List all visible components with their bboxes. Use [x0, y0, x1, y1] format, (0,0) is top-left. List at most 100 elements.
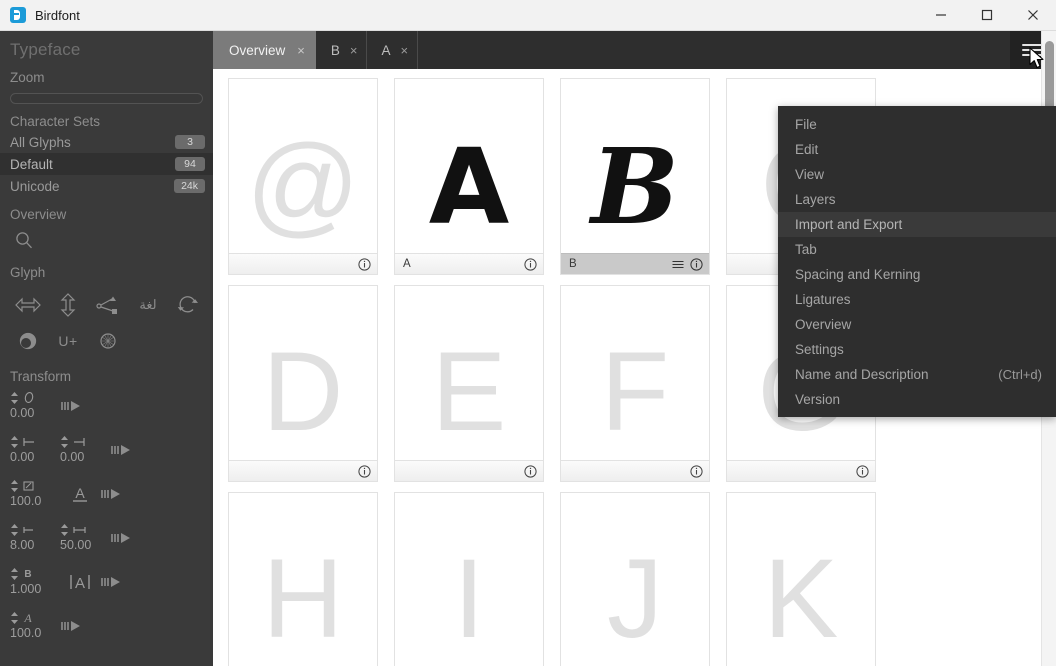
info-icon[interactable]	[358, 257, 371, 271]
path-nodes-icon[interactable]	[88, 287, 128, 323]
apply-arrow-icon[interactable]	[110, 522, 144, 554]
menu-item-version[interactable]: Version	[778, 387, 1056, 412]
glyph-footer-icons	[358, 257, 371, 271]
sidebar-item-all-glyphs[interactable]: All Glyphs 3	[0, 131, 213, 153]
close-button[interactable]	[1010, 0, 1056, 31]
menu-item-settings[interactable]: Settings	[778, 337, 1056, 362]
tab-b-label: B	[330, 42, 340, 58]
menu-item-name-and-description[interactable]: Name and Description (Ctrl+d)	[778, 362, 1056, 387]
glyph-canvas: F	[561, 286, 709, 460]
menu-item-spacing-and-kerning[interactable]: Spacing and Kerning	[778, 262, 1056, 287]
unicode-icon[interactable]: U+	[48, 323, 88, 359]
glyph-cell[interactable]: J	[560, 492, 710, 666]
glyph-canvas: I	[395, 493, 543, 666]
glyph-cell[interactable]: F	[560, 285, 710, 482]
glyph-placeholder: D	[262, 329, 344, 454]
glyph-cell[interactable]: A A	[394, 78, 544, 275]
tab-b[interactable]: B ×	[316, 31, 368, 69]
glyph-canvas: D	[229, 286, 377, 460]
glyph-footer	[395, 460, 543, 481]
hatched-circle-icon[interactable]	[88, 323, 128, 359]
tab-overview[interactable]: Overview ×	[213, 31, 317, 69]
slant-field[interactable]: 0.00	[10, 390, 60, 420]
slant-value: 0.00	[10, 406, 35, 420]
menu-item-overview[interactable]: Overview	[778, 312, 1056, 337]
bearing-left-field[interactable]: 8.00	[10, 522, 60, 552]
bar-a-bar-icon[interactable]: A	[60, 566, 100, 598]
menu-item-layers[interactable]: Layers	[778, 187, 1056, 212]
zoom-slider[interactable]	[10, 93, 203, 104]
width-field[interactable]: 50.00	[60, 522, 110, 552]
transform-row-italic: A 100.0	[0, 606, 213, 650]
flip-vertical-icon[interactable]	[48, 287, 88, 323]
glyph-footer: A	[395, 253, 543, 274]
transform-section-label: Transform	[10, 369, 72, 384]
tab-bar-spacer	[418, 31, 1010, 69]
glyph-footer-icons	[524, 464, 537, 478]
svg-text:A: A	[23, 611, 32, 624]
language-arabic-icon[interactable]: لغة	[128, 287, 168, 323]
right-bearing-value: 0.00	[60, 450, 85, 464]
apply-arrow-icon[interactable]	[60, 390, 94, 422]
sidebar-item-unicode[interactable]: Unicode 24k	[0, 175, 213, 197]
tab-b-close-icon[interactable]: ×	[350, 44, 358, 57]
info-icon[interactable]	[358, 464, 371, 478]
glyph-cell[interactable]: I	[394, 492, 544, 666]
info-icon[interactable]	[690, 257, 703, 271]
flip-horizontal-icon[interactable]	[8, 287, 48, 323]
tab-a[interactable]: A ×	[367, 31, 419, 69]
apply-arrow-icon[interactable]	[100, 478, 134, 510]
glyph-footer-icons	[358, 464, 371, 478]
menu-item-label: Edit	[795, 142, 819, 157]
underline-a-icon[interactable]: A	[60, 478, 100, 510]
tab-overview-close-icon[interactable]: ×	[297, 44, 305, 57]
menu-item-label: Settings	[795, 342, 844, 357]
bold-weight-value: 1.000	[10, 582, 42, 596]
menu-item-file[interactable]: File	[778, 112, 1056, 137]
info-icon[interactable]	[524, 257, 537, 271]
sidebar-item-default[interactable]: Default 94	[0, 153, 213, 175]
menu-item-edit[interactable]: Edit	[778, 137, 1056, 162]
glyph-grid-area: @ A A B B D E F H I J K File Edit View L…	[213, 69, 1056, 666]
glyph-cell[interactable]: @	[228, 78, 378, 275]
sidebar: Typeface Zoom Character Sets All Glyphs …	[0, 31, 213, 666]
apply-arrow-icon[interactable]	[110, 434, 144, 466]
glyph-cell[interactable]: E	[394, 285, 544, 482]
bold-weight-field[interactable]: B 1.000	[10, 566, 60, 596]
glyph-cell[interactable]: B B	[560, 78, 710, 275]
menu-item-label: Overview	[795, 317, 852, 332]
glyph-canvas: @	[229, 79, 377, 253]
menu-item-import-and-export[interactable]: Import and Export	[778, 212, 1056, 237]
transform-row-width: 8.00 50.00	[0, 518, 213, 562]
menu-item-tab[interactable]: Tab	[778, 237, 1056, 262]
list-icon[interactable]	[671, 258, 685, 271]
glyph-footer	[561, 460, 709, 481]
right-bearing-field[interactable]: 0.00	[60, 434, 110, 464]
italic-field[interactable]: A 100.0	[10, 610, 60, 640]
info-icon[interactable]	[690, 464, 703, 478]
rotate-icon[interactable]	[168, 287, 208, 323]
info-icon[interactable]	[856, 464, 869, 478]
menu-item-ligatures[interactable]: Ligatures	[778, 287, 1056, 312]
glyph-cell[interactable]: K	[726, 492, 876, 666]
maximize-button[interactable]	[964, 0, 1010, 31]
apply-arrow-icon[interactable]	[60, 610, 94, 642]
search-icon[interactable]	[14, 232, 34, 254]
apply-arrow-icon[interactable]	[100, 566, 134, 598]
default-label: Default	[10, 156, 53, 172]
glyph-footer-icons	[690, 464, 703, 478]
glyph-drawn: A	[428, 126, 510, 248]
scale-field[interactable]: 100.0	[10, 478, 60, 508]
menu-item-label: Spacing and Kerning	[795, 267, 921, 282]
glyph-cell[interactable]: H	[228, 492, 378, 666]
tab-a-close-icon[interactable]: ×	[400, 44, 408, 57]
left-bearing-field[interactable]: 0.00	[10, 434, 60, 464]
contrast-icon[interactable]	[8, 323, 48, 359]
info-icon[interactable]	[524, 464, 537, 478]
window-controls	[918, 0, 1056, 31]
glyph-cell[interactable]: D	[228, 285, 378, 482]
glyph-canvas: E	[395, 286, 543, 460]
glyph-placeholder: E	[431, 329, 507, 454]
menu-item-view[interactable]: View	[778, 162, 1056, 187]
minimize-button[interactable]	[918, 0, 964, 31]
